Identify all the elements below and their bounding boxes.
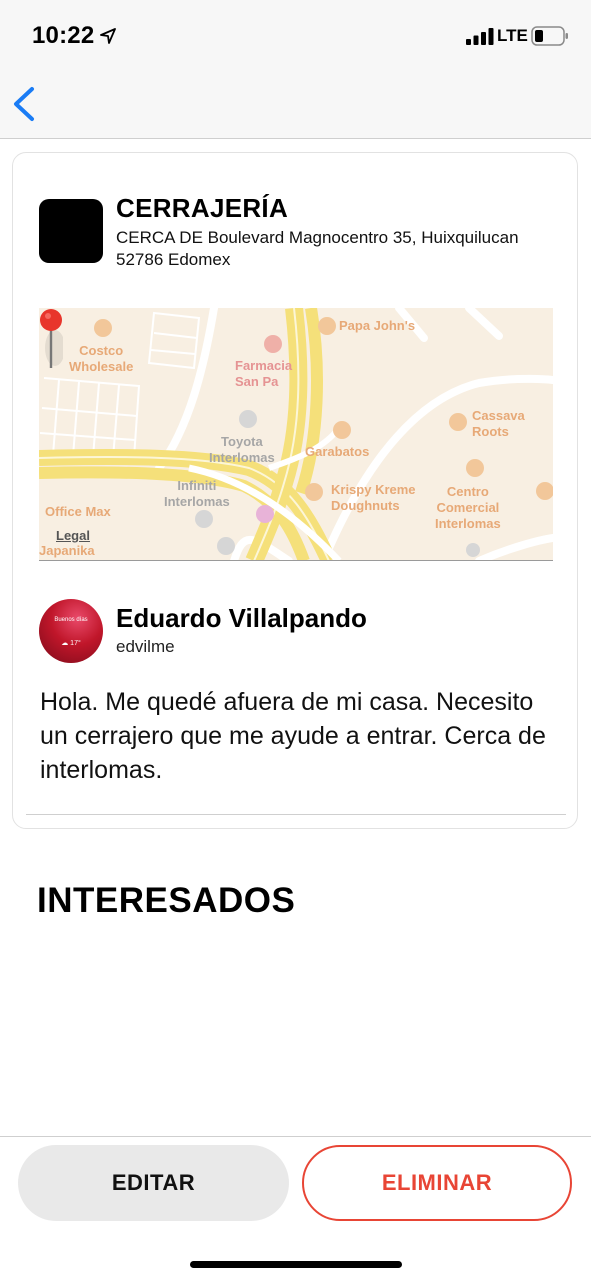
map-label-japanika: Japanika [39, 543, 95, 558]
delete-button[interactable]: ELIMINAR [302, 1145, 572, 1221]
location-map[interactable]: Papa John's Costco Wholesale Farmacia Sa… [39, 308, 553, 561]
status-bar: 10:22 LTE [0, 0, 591, 70]
location-arrow-icon [100, 28, 116, 44]
business-address: CERCA DE Boulevard Magnocentro 35, Huixq… [116, 228, 519, 269]
card-divider [26, 814, 566, 815]
edit-button[interactable]: EDITAR [18, 1145, 289, 1221]
map-legal-link[interactable]: Legal [56, 528, 90, 543]
avatar-weather: ☁ 17° [61, 640, 81, 647]
business-name: CERRAJERÍA [116, 193, 289, 223]
map-label-office-max: Office Max [45, 504, 111, 519]
map-label-krispy-kreme: Krispy Kreme Doughnuts [331, 482, 416, 513]
map-label-infiniti: Infiniti Interlomas [164, 478, 230, 509]
map-label-toyota: Toyota Interlomas [209, 434, 275, 465]
map-label-farmacia: Farmacia San Pa [235, 358, 293, 389]
section-title-interesados: INTERESADOS [37, 881, 296, 920]
back-button[interactable] [10, 84, 40, 124]
map-label-centro-comercial: Centro Comercial Interlomas [435, 484, 501, 531]
map-label-cassava: Cassava Roots [472, 408, 525, 439]
user-avatar: Buenos días ☁ 17° [39, 599, 103, 663]
signal-icon [466, 28, 494, 45]
status-time: 10:22 [32, 22, 95, 49]
chevron-left-icon [14, 87, 34, 121]
business-logo [39, 199, 103, 263]
map-pin-icon [40, 309, 63, 368]
map-label-garabatos: Garabatos [305, 444, 370, 459]
network-type: LTE [497, 26, 528, 45]
home-indicator[interactable] [190, 1261, 402, 1268]
bottom-action-bar: EDITAR ELIMINAR [0, 1136, 591, 1280]
request-card: CERRAJERÍA CERCA DE Boulevard Magnocentr… [12, 152, 578, 829]
user-name: Eduardo Villalpando [116, 603, 367, 633]
battery-icon [531, 26, 568, 46]
nav-bar [0, 70, 591, 139]
request-message: Hola. Me quedé afuera de mi casa. Necesi… [40, 688, 546, 784]
user-handle: edvilme [116, 637, 175, 656]
map-label-papa-johns: Papa John's [339, 318, 416, 333]
avatar-greeting: Buenos días [54, 617, 88, 623]
map-label-costco: Costco Wholesale [69, 343, 134, 374]
